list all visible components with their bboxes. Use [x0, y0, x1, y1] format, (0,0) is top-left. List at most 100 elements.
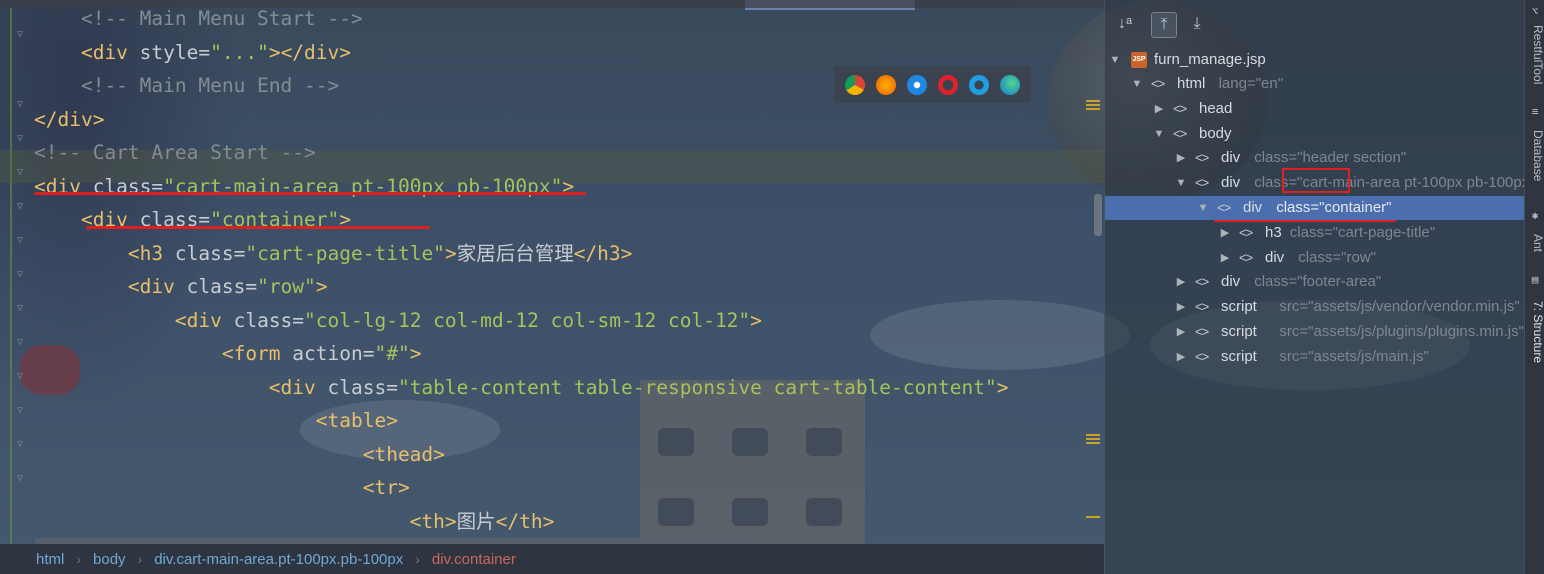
- change-marker: [10, 8, 12, 544]
- code-line[interactable]: <!-- Main Menu Start -->: [34, 2, 363, 35]
- breadcrumb-item[interactable]: div.container: [420, 551, 528, 568]
- expand-arrow-icon[interactable]: ▼: [1131, 72, 1143, 96]
- opera-icon[interactable]: [937, 74, 958, 95]
- code-token: <div: [34, 308, 234, 332]
- code-token: <!-- Cart Area Start -->: [34, 141, 316, 164]
- ie-icon[interactable]: [968, 74, 989, 95]
- database-icon: ≡: [1531, 105, 1539, 118]
- node-attributes: src="assets/js/plugins/plugins.min.js": [1279, 323, 1524, 340]
- fold-marker-icon[interactable]: ▽: [17, 270, 27, 280]
- tree-node-selected[interactable]: ▼ <> div class="container": [1105, 196, 1525, 220]
- code-token: class=: [233, 308, 305, 332]
- code-line[interactable]: <div class="row">: [34, 270, 328, 303]
- tree-node[interactable]: ▼ <> body: [1105, 122, 1525, 146]
- restful-icon: ⌥: [1531, 5, 1539, 18]
- tree-node[interactable]: ▶ <> script src="assets/js/vendor/vendor.mi…: [1105, 295, 1525, 319]
- tree-node[interactable]: ▶ <> div class="footer-area": [1105, 270, 1525, 294]
- code-token: <!-- Main Menu End -->: [34, 74, 340, 97]
- vertical-scrollbar[interactable]: [1094, 194, 1102, 236]
- tag-icon: <>: [1195, 175, 1209, 191]
- code-line[interactable]: <th>图片</th>: [34, 505, 555, 538]
- code-line[interactable]: <div style="..."></div>: [34, 36, 351, 69]
- ant-icon: ✱: [1531, 209, 1539, 222]
- tab-ant[interactable]: Ant: [1525, 228, 1544, 258]
- tab-restfultool[interactable]: RestfulTool: [1525, 20, 1544, 90]
- collapse-all-icon[interactable]: ⤓: [1185, 12, 1209, 36]
- expand-arrow-icon[interactable]: ▼: [1175, 171, 1187, 195]
- code-token: "cart-page-title": [245, 241, 445, 265]
- fold-marker-icon[interactable]: ▽: [17, 304, 27, 314]
- code-line[interactable]: <div class="table-content table-responsi…: [34, 371, 1009, 404]
- expand-arrow-icon[interactable]: ▶: [1175, 146, 1187, 170]
- structure-panel: ↓ᵃ ⤒ ⤓ ▼ JSP furn_manage.jsp ▼ <> html lang="e…: [1104, 0, 1535, 574]
- code-line[interactable]: <form action="#">: [34, 337, 422, 370]
- tree-node[interactable]: ▶ <> head: [1105, 97, 1525, 121]
- expand-all-icon[interactable]: ⤒: [1151, 12, 1177, 38]
- expand-arrow-icon[interactable]: ▼: [1153, 122, 1165, 146]
- fold-marker-icon[interactable]: ▽: [17, 474, 27, 484]
- code-token: <thead>: [34, 442, 445, 466]
- tree-node[interactable]: ▶ <> h3 class="cart-page-title": [1105, 221, 1525, 245]
- breadcrumb-item[interactable]: div.cart-main-area.pt-100px.pb-100px: [142, 551, 415, 568]
- annotation-underline: [1214, 220, 1396, 222]
- code-token: 图片: [456, 509, 496, 533]
- sort-alpha-icon[interactable]: ↓ᵃ: [1113, 12, 1137, 36]
- code-line[interactable]: <!-- Main Menu End -->: [34, 69, 339, 102]
- node-tag-name: script: [1221, 347, 1257, 365]
- tag-icon: <>: [1195, 150, 1209, 166]
- browser-preview-toolbar[interactable]: [834, 66, 1031, 103]
- expand-arrow-icon[interactable]: ▶: [1175, 320, 1187, 344]
- code-line[interactable]: <tr>: [34, 471, 410, 504]
- code-line[interactable]: </div>: [34, 103, 104, 136]
- fold-marker-icon[interactable]: ▽: [17, 202, 27, 212]
- tag-icon: <>: [1217, 200, 1231, 215]
- fold-marker-icon[interactable]: ▽: [17, 134, 27, 144]
- safari-icon[interactable]: [907, 74, 928, 95]
- tree-node[interactable]: ▶ <> div class="row": [1105, 246, 1525, 270]
- fold-marker-icon[interactable]: ▽: [17, 168, 27, 178]
- expand-arrow-icon[interactable]: ▶: [1175, 345, 1187, 369]
- code-line[interactable]: <h3 class="cart-page-title">家居后台管理</h3>: [34, 237, 633, 270]
- expand-arrow-icon[interactable]: ▼: [1109, 48, 1121, 72]
- code-line[interactable]: <div class="container">: [34, 203, 351, 236]
- fold-marker-icon[interactable]: ▽: [17, 236, 27, 246]
- expand-arrow-icon[interactable]: ▼: [1197, 196, 1209, 220]
- tree-node[interactable]: ▼ <> html lang="en": [1105, 72, 1525, 96]
- tab-structure[interactable]: 7: Structure: [1525, 292, 1544, 372]
- breadcrumb-item[interactable]: html: [0, 551, 76, 568]
- code-token: action=: [292, 342, 375, 365]
- tree-node[interactable]: ▶ <> script src="assets/js/plugins/plugins.…: [1105, 320, 1525, 344]
- code-line[interactable]: <table>: [34, 404, 398, 437]
- tree-node[interactable]: ▶ <> div class="header section": [1105, 146, 1525, 170]
- firefox-icon[interactable]: [876, 74, 897, 95]
- chrome-icon[interactable]: [845, 74, 866, 95]
- node-attributes: class="cart-page-title": [1289, 223, 1436, 241]
- tree-node[interactable]: ▶ <> script src="assets/js/main.js": [1105, 345, 1525, 369]
- fold-marker-icon[interactable]: ▽: [17, 406, 27, 416]
- fold-marker-icon[interactable]: ▽: [17, 372, 27, 382]
- tag-icon: <>: [1195, 274, 1209, 290]
- expand-arrow-icon[interactable]: ▶: [1153, 97, 1165, 121]
- fold-marker-icon[interactable]: ▽: [17, 100, 27, 110]
- code-line[interactable]: <!-- Cart Area Start -->: [34, 136, 316, 169]
- tab-database[interactable]: Database: [1525, 124, 1544, 188]
- code-token: ></div>: [268, 40, 352, 64]
- code-editor[interactable]: <!-- Main Menu Start --> <div style="...…: [0, 7, 1104, 566]
- code-token: "...": [210, 40, 269, 64]
- expand-arrow-icon[interactable]: ▶: [1175, 295, 1187, 319]
- fold-marker-icon[interactable]: ▽: [17, 440, 27, 450]
- edge-icon[interactable]: [999, 74, 1020, 95]
- breadcrumb-item[interactable]: body: [81, 551, 138, 568]
- fold-marker-icon[interactable]: ▽: [17, 338, 27, 348]
- expand-arrow-icon[interactable]: ▶: [1219, 246, 1231, 270]
- code-token: "table-content table-responsive cart-tab…: [397, 375, 997, 399]
- code-line[interactable]: <div class="col-lg-12 col-md-12 col-sm-1…: [34, 304, 762, 337]
- code-line[interactable]: <thead>: [34, 438, 445, 471]
- code-line[interactable]: <div class="cart-main-area pt-100px pb-1…: [34, 170, 574, 203]
- code-token: class=: [174, 241, 246, 265]
- fold-marker-icon[interactable]: ▽: [17, 30, 27, 40]
- expand-arrow-icon[interactable]: ▶: [1175, 270, 1187, 294]
- tree-root-file[interactable]: ▼ JSP furn_manage.jsp: [1105, 48, 1525, 72]
- code-token: >: [996, 375, 1009, 399]
- expand-arrow-icon[interactable]: ▶: [1219, 221, 1231, 245]
